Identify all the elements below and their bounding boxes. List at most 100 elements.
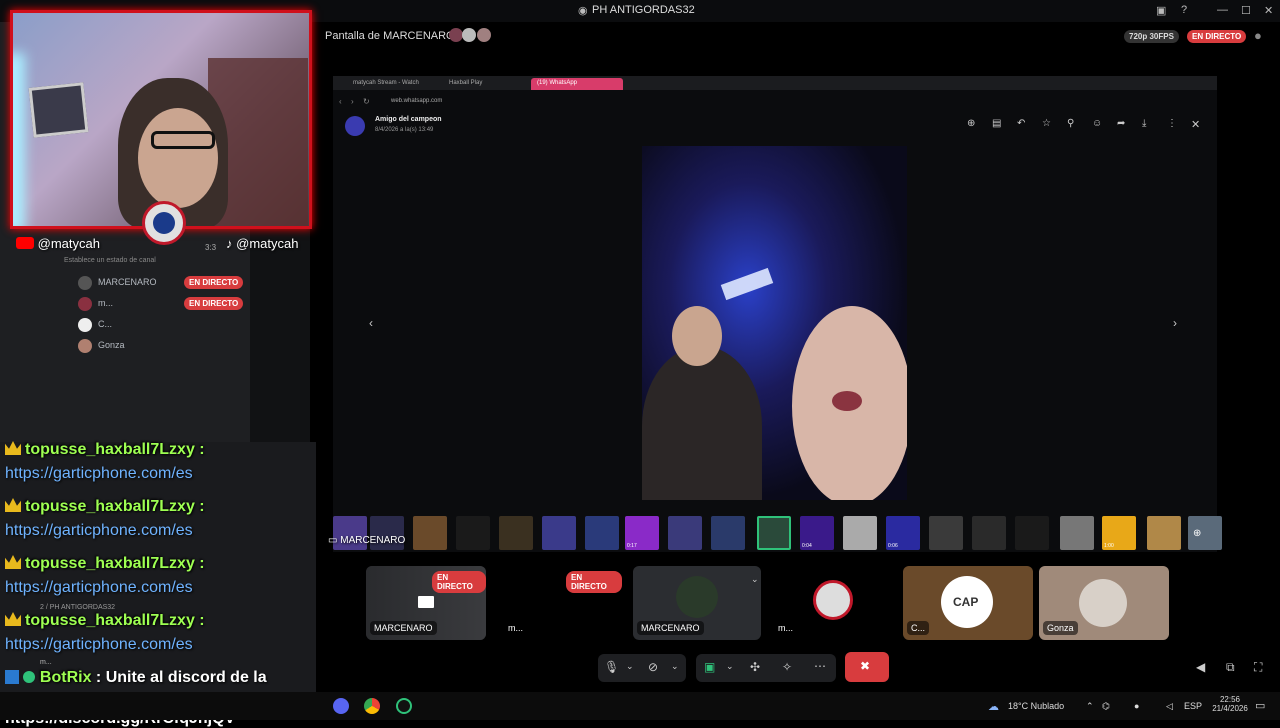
voice-member[interactable]: Gonza <box>78 337 248 358</box>
url-field[interactable]: web.whatsapp.com <box>391 98 442 104</box>
camera-off-icon[interactable]: ⊘ <box>648 660 658 674</box>
participant-tile[interactable]: ⌄ ⚇ MARCENARO <box>633 566 761 640</box>
soundboard-icon[interactable]: ✧ <box>782 660 792 674</box>
zoom-icon[interactable]: ⊕ <box>1193 528 1201 539</box>
media-thumbnail[interactable] <box>972 516 1006 550</box>
member-name: m... <box>98 298 113 308</box>
reply-icon[interactable]: ↶ <box>1017 118 1025 129</box>
chat-username: topusse_haxball7Lzxy : <box>25 441 205 458</box>
more-icon[interactable]: ⋮ <box>1167 118 1177 129</box>
media-thumbnail[interactable] <box>1060 516 1094 550</box>
participant-name: m... <box>774 621 797 635</box>
browser-urlbar: ‹ › ↻ web.whatsapp.com <box>333 94 1217 110</box>
message-icon[interactable]: ▤ <box>992 118 1001 129</box>
window-title: PH ANTIGORDAS32 <box>592 4 695 16</box>
media-thumbnail[interactable] <box>499 516 533 550</box>
speaker-icon[interactable]: ◁ <box>1166 701 1173 712</box>
close-icon[interactable]: ✕ <box>1264 4 1273 17</box>
download-icon[interactable]: ⤓ <box>1142 118 1146 129</box>
voice-member[interactable]: C... <box>78 316 248 337</box>
live-badge: EN DIRECTO <box>432 571 486 593</box>
chrome-taskbar-icon[interactable] <box>364 698 380 714</box>
chevron-down-icon[interactable]: ⌄ <box>671 661 679 672</box>
network-icon[interactable]: ⌬ <box>1102 701 1110 712</box>
chevron-up-icon[interactable]: ⌃ <box>1086 701 1094 712</box>
media-thumbnail[interactable] <box>456 516 490 550</box>
stream-header: Pantalla de MARCENARO 720p 30FPS EN DIRE… <box>314 22 1280 50</box>
media-thumbnail[interactable] <box>929 516 963 550</box>
discord-icon: ◉ <box>578 5 588 17</box>
maximize-icon[interactable]: ☐ <box>1241 4 1251 17</box>
audio-video-controls: 🎙 ⌄ ⊘ ⌄ <box>598 654 686 682</box>
clock[interactable]: 22:56 21/4/2026 <box>1210 695 1250 713</box>
previous-media-icon[interactable]: ‹ <box>369 316 373 330</box>
channel-status-hint[interactable]: Establece un estado de canal <box>64 257 156 264</box>
minimize-icon[interactable]: — <box>1217 4 1228 16</box>
discord-taskbar-icon[interactable] <box>333 698 349 714</box>
share-screen-icon[interactable]: ▣ <box>704 660 715 674</box>
media-thumbnail[interactable] <box>1015 516 1049 550</box>
chevron-down-icon[interactable]: ⌄ <box>726 661 734 672</box>
disconnect-button[interactable]: ✖ <box>845 652 889 682</box>
browser-tab[interactable]: matycah Stream - Watch <box>347 78 442 90</box>
whatsapp-taskbar-icon[interactable] <box>396 698 412 714</box>
media-thumbnail-selected[interactable] <box>757 516 791 550</box>
avatar <box>78 339 92 353</box>
stream-quality-badge: 720p 30FPS <box>1124 30 1179 43</box>
back-icon[interactable]: ‹ <box>339 97 342 106</box>
media-thumbnail[interactable] <box>711 516 745 550</box>
forward-icon[interactable]: › <box>351 97 354 106</box>
voice-member[interactable]: MARCENARO EN DIRECTO <box>78 274 248 295</box>
participant-tile[interactable]: EN DIRECTO MARCENARO <box>366 566 486 640</box>
activities-icon[interactable]: ✣ <box>750 660 760 674</box>
club-crest-icon: CAP <box>953 595 979 609</box>
chevron-down-icon[interactable]: ⌄ <box>626 661 634 672</box>
media-thumbnail[interactable] <box>585 516 619 550</box>
microphone-icon[interactable]: ● <box>1134 701 1139 711</box>
media-thumbnail[interactable] <box>1147 516 1181 550</box>
zoom-icon[interactable]: ⊕ <box>967 118 975 129</box>
browser-tab[interactable]: Haxball Play <box>443 78 529 90</box>
clock-date: 21/4/2026 <box>1212 704 1248 713</box>
media-thumbnail[interactable]: 0:06 <box>886 516 920 550</box>
participant-tile[interactable]: Gonza <box>1039 566 1169 640</box>
media-thumbnail[interactable] <box>542 516 576 550</box>
media-thumbnail[interactable] <box>413 516 447 550</box>
volume-icon[interactable]: ◀ <box>1196 660 1205 674</box>
crown-icon <box>5 498 21 512</box>
crown-icon <box>5 555 21 569</box>
chevron-down-icon[interactable]: ⌄ <box>751 574 759 585</box>
participant-tile[interactable]: EN DIRECTO m... <box>500 566 622 640</box>
stream-chat-overlay: topusse_haxball7Lzxy : https://garticpho… <box>5 441 315 728</box>
weather-text[interactable]: 18°C Nublado <box>1008 701 1064 711</box>
forward-icon[interactable]: ➦ <box>1117 118 1125 129</box>
language-indicator[interactable]: ESP <box>1184 701 1202 711</box>
microphone-icon[interactable]: 🎙 <box>604 660 619 674</box>
inbox-icon[interactable]: ▣ <box>1156 4 1166 17</box>
emoji-icon[interactable]: ☺ <box>1092 118 1102 129</box>
browser-tab-active[interactable]: (19) WhatsApp <box>531 78 623 90</box>
screen-icon <box>418 596 434 608</box>
media-thumbnail[interactable]: 0:17 <box>625 516 659 550</box>
star-icon[interactable]: ☆ <box>1042 118 1051 129</box>
media-thumbnail[interactable] <box>668 516 702 550</box>
media-thumbnail[interactable] <box>843 516 877 550</box>
reload-icon[interactable]: ↻ <box>363 97 370 106</box>
more-icon[interactable]: ⋯ <box>814 659 826 673</box>
crown-icon <box>5 612 21 626</box>
avatar <box>449 28 463 42</box>
fullscreen-icon[interactable]: ⛶ <box>1254 660 1262 675</box>
popout-icon[interactable]: ⧉ <box>1226 660 1235 675</box>
tiktok-handle-text: @matycah <box>236 236 299 251</box>
help-icon[interactable]: ? <box>1181 4 1187 16</box>
pin-icon[interactable]: ⚲ <box>1067 118 1074 129</box>
media-thumbnail[interactable]: 0:04 <box>800 516 834 550</box>
participant-tile[interactable]: m... <box>770 566 896 640</box>
next-media-icon[interactable]: › <box>1173 316 1177 330</box>
notifications-icon[interactable]: ▭ <box>1255 699 1265 712</box>
participant-tile[interactable]: CAP C... <box>903 566 1033 640</box>
voice-member[interactable]: m... EN DIRECTO <box>78 295 248 316</box>
close-viewer-icon[interactable]: ✕ <box>1191 118 1200 131</box>
media-thumbnail[interactable]: 1:00 <box>1102 516 1136 550</box>
chat-bubble-icon[interactable]: ● <box>1254 28 1262 43</box>
